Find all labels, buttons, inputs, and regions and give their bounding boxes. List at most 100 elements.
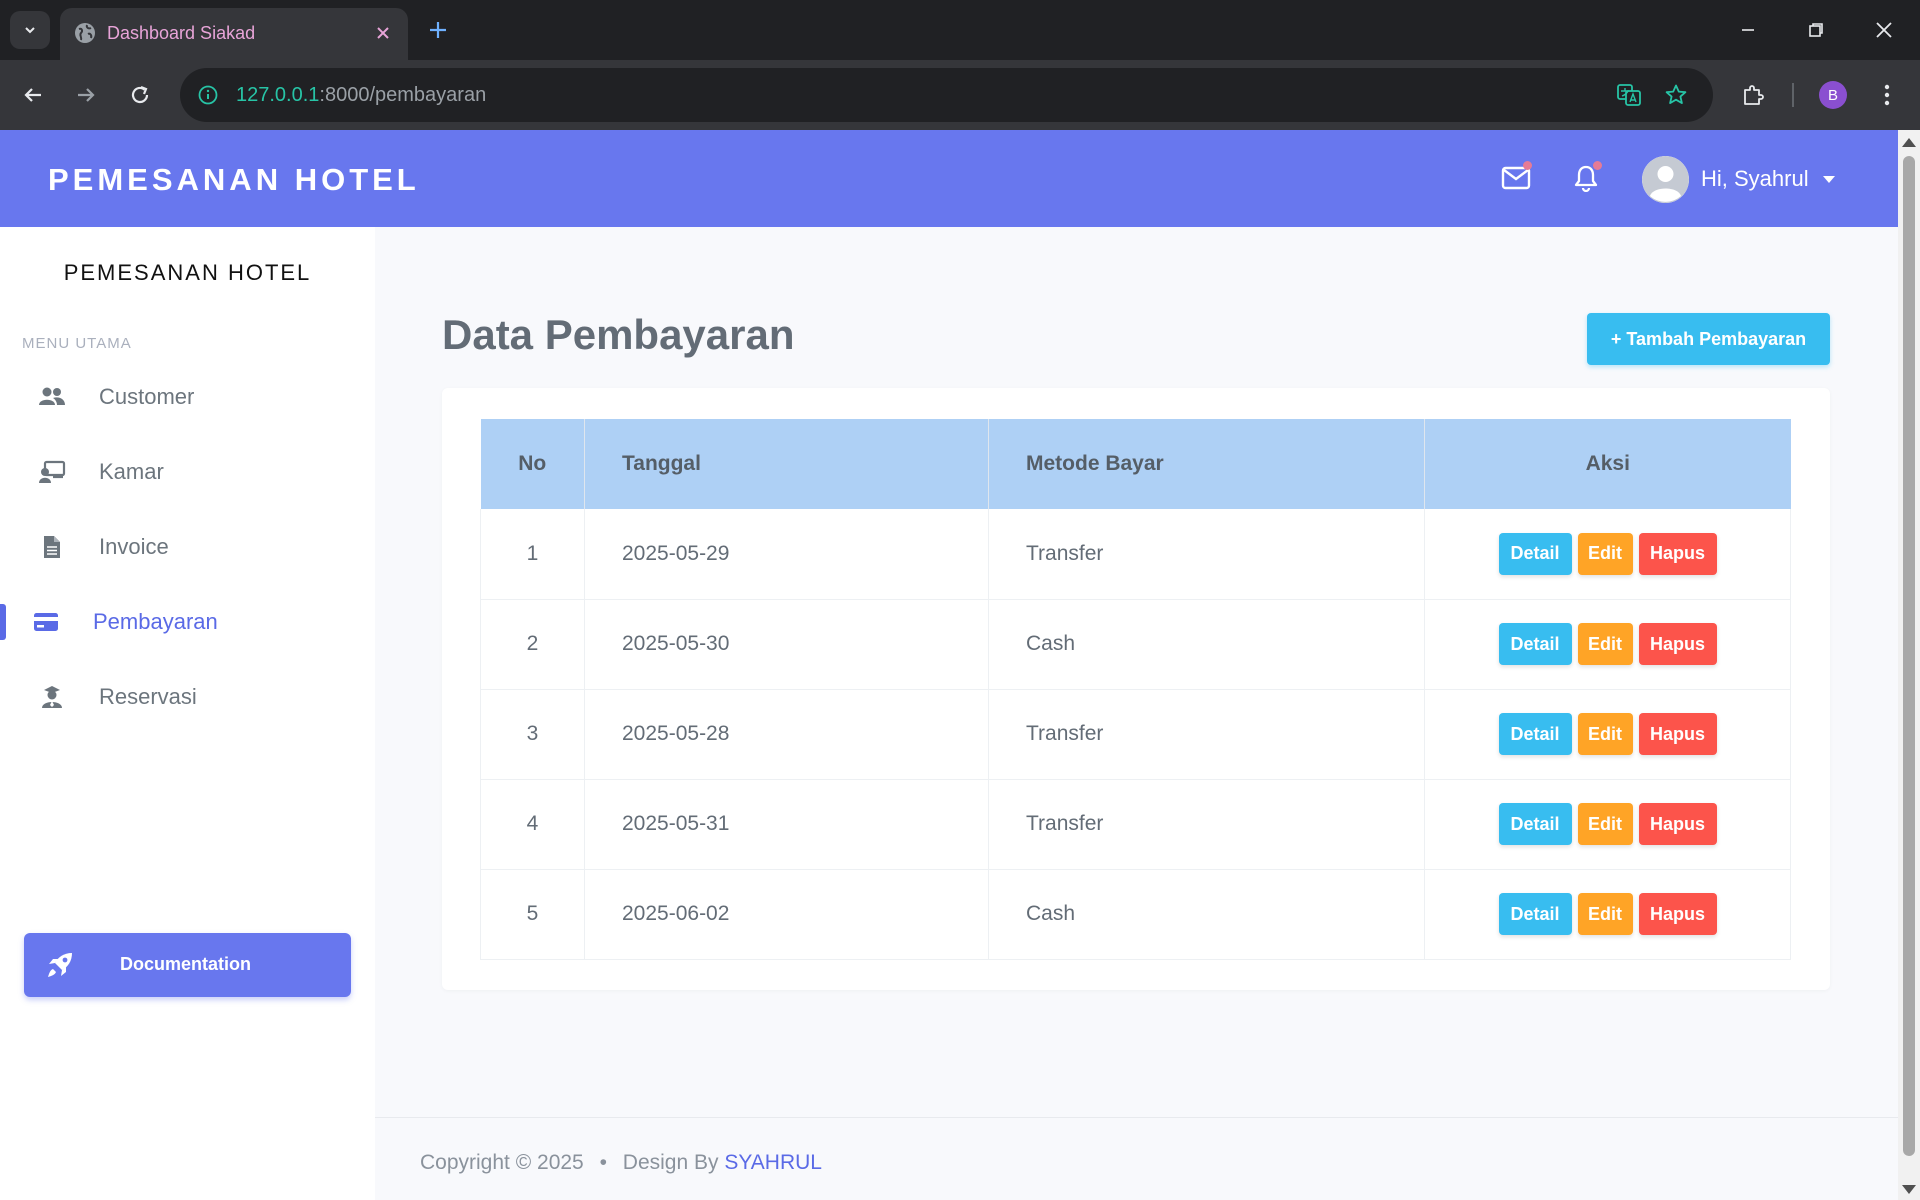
delete-button[interactable]: Hapus	[1638, 893, 1717, 935]
delete-button[interactable]: Hapus	[1638, 803, 1717, 845]
plus-icon	[430, 22, 446, 38]
reload-button[interactable]	[122, 77, 158, 113]
edit-button[interactable]: Edit	[1577, 623, 1633, 665]
browser-menu-button[interactable]	[1869, 77, 1905, 113]
restore-icon	[1809, 23, 1823, 37]
edit-button[interactable]: Edit	[1577, 803, 1633, 845]
restore-button[interactable]	[1790, 8, 1842, 52]
cell-metode: Transfer	[988, 779, 1425, 870]
notifications-indicator	[1593, 161, 1602, 170]
extensions-button[interactable]	[1735, 77, 1771, 113]
cell-aksi: Detail Edit Hapus	[1424, 509, 1791, 600]
cell-tanggal: 2025-05-30	[584, 599, 989, 690]
globe-icon	[75, 23, 95, 43]
cell-aksi: Detail Edit Hapus	[1424, 869, 1791, 960]
detail-button[interactable]: Detail	[1498, 713, 1572, 755]
payments-table: No Tanggal Metode Bayar Aksi 1 2025-05-2…	[480, 419, 1791, 960]
cell-aksi: Detail Edit Hapus	[1424, 599, 1791, 690]
url-host: 127.0.0.1	[236, 84, 320, 106]
edit-button[interactable]: Edit	[1577, 532, 1633, 575]
sidebar-item-label: Reservasi	[99, 684, 197, 709]
scroll-up-arrow-icon[interactable]	[1902, 138, 1916, 147]
new-tab-button[interactable]	[422, 14, 454, 46]
table-header-row: No Tanggal Metode Bayar Aksi	[480, 419, 1791, 509]
column-header-aksi: Aksi	[1424, 419, 1791, 509]
notifications-button[interactable]	[1568, 160, 1604, 196]
sidebar-item-kamar[interactable]: Kamar	[0, 442, 375, 502]
column-header-tanggal: Tanggal	[584, 419, 989, 509]
toolbar-divider	[1792, 83, 1794, 107]
delete-button[interactable]: Hapus	[1638, 713, 1717, 755]
more-vertical-icon	[1884, 84, 1890, 106]
sidebar-item-label: Pembayaran	[93, 609, 218, 634]
file-icon	[38, 533, 66, 561]
user-dropdown[interactable]: Hi, Syahrul	[1642, 154, 1835, 204]
table-row: 5 2025-06-02 Cash Detail Edit Hapus	[480, 869, 1791, 960]
sidebar-brand[interactable]: PEMESANAN HOTEL	[0, 260, 375, 286]
site-info-icon[interactable]	[194, 81, 222, 109]
browser-toolbar: 127.0.0.1:8000/pembayaran B	[0, 60, 1920, 130]
top-navbar: PEMESANAN HOTEL Hi, Syahrul	[0, 130, 1898, 227]
profile-avatar[interactable]: B	[1819, 81, 1847, 109]
sidebar-item-pembayaran[interactable]: Pembayaran	[0, 592, 375, 652]
scrollbar-thumb[interactable]	[1903, 156, 1915, 1156]
page-title: Data Pembayaran	[442, 311, 795, 358]
sidebar-item-label: Invoice	[99, 534, 169, 559]
messages-button[interactable]	[1498, 160, 1534, 196]
user-silhouette-icon	[1642, 155, 1689, 203]
messages-indicator	[1523, 161, 1532, 170]
detail-button[interactable]: Detail	[1498, 893, 1572, 935]
user-greeting: Hi, Syahrul	[1701, 166, 1809, 191]
footer-author-link[interactable]: SYAHRUL	[724, 1151, 822, 1174]
delete-button[interactable]: Hapus	[1638, 532, 1717, 575]
edit-button[interactable]: Edit	[1577, 713, 1633, 755]
cell-aksi: Detail Edit Hapus	[1424, 689, 1791, 780]
table-row: 3 2025-05-28 Transfer Detail Edit Hapus	[480, 689, 1791, 780]
edit-button[interactable]: Edit	[1577, 893, 1633, 935]
user-tie-icon	[38, 683, 66, 711]
back-button[interactable]	[15, 77, 51, 113]
add-payment-button[interactable]: + Tambah Pembayaran	[1587, 313, 1830, 365]
bookmark-star-icon[interactable]	[1662, 81, 1690, 109]
users-icon	[38, 383, 66, 411]
cell-metode: Transfer	[988, 689, 1425, 780]
sidebar: PEMESANAN HOTEL MENU UTAMA Customer Kama…	[0, 227, 375, 1200]
cell-no: 4	[480, 779, 585, 870]
footer-copyright: Copyright © 2025	[420, 1151, 584, 1174]
close-tab-icon[interactable]	[370, 20, 396, 46]
cell-no: 5	[480, 869, 585, 960]
user-avatar	[1642, 155, 1689, 203]
cell-aksi: Detail Edit Hapus	[1424, 779, 1791, 870]
browser-tab-strip: Dashboard Siakad	[0, 0, 1920, 60]
navbar-brand[interactable]: PEMESANAN HOTEL	[48, 162, 420, 198]
address-bar[interactable]: 127.0.0.1:8000/pembayaran	[180, 68, 1713, 122]
tab-search-button[interactable]	[10, 11, 50, 49]
column-header-metode: Metode Bayar	[988, 419, 1425, 509]
sidebar-item-reservasi[interactable]: Reservasi	[0, 667, 375, 727]
forward-button[interactable]	[68, 77, 104, 113]
table-row: 2 2025-05-30 Cash Detail Edit Hapus	[480, 599, 1791, 690]
documentation-label: Documentation	[120, 954, 252, 974]
scroll-down-arrow-icon[interactable]	[1902, 1185, 1916, 1194]
minimize-button[interactable]	[1722, 8, 1774, 52]
page-scrollbar[interactable]	[1898, 130, 1920, 1200]
room-icon	[38, 458, 66, 486]
browser-tab-active[interactable]: Dashboard Siakad	[60, 8, 408, 60]
sidebar-item-invoice[interactable]: Invoice	[0, 517, 375, 577]
sidebar-item-label: Customer	[99, 384, 195, 409]
documentation-button[interactable]: Documentation	[24, 933, 351, 997]
detail-button[interactable]: Detail	[1498, 623, 1572, 665]
cell-metode: Transfer	[988, 509, 1425, 600]
reload-icon	[131, 85, 149, 104]
translate-icon[interactable]	[1615, 81, 1643, 109]
cell-tanggal: 2025-05-31	[584, 779, 989, 870]
cell-tanggal: 2025-05-28	[584, 689, 989, 780]
caret-down-icon	[1822, 175, 1835, 183]
delete-button[interactable]: Hapus	[1638, 623, 1717, 665]
url-text[interactable]: 127.0.0.1:8000/pembayaran	[236, 82, 486, 108]
sidebar-item-customer[interactable]: Customer	[0, 367, 375, 427]
minimize-icon	[1742, 29, 1754, 31]
detail-button[interactable]: Detail	[1498, 803, 1572, 845]
detail-button[interactable]: Detail	[1498, 532, 1572, 575]
close-window-button[interactable]	[1858, 8, 1910, 52]
